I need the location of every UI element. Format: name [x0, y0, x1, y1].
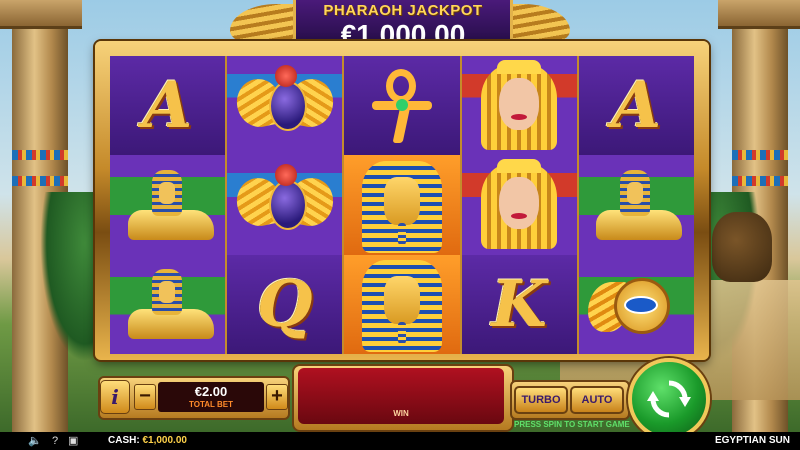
- help-icon[interactable]: ?: [52, 432, 58, 450]
- reel-cell: [578, 254, 694, 354]
- spin-hint: PRESS SPIN TO START GAME: [514, 420, 630, 429]
- turbo-button[interactable]: TURBO: [514, 386, 568, 414]
- pharaoh-symbol: [356, 256, 448, 353]
- reel-grid: A Q K A: [110, 56, 694, 354]
- pillar-band: [732, 150, 788, 160]
- reel-cell: [344, 254, 460, 354]
- reel-cell: [578, 155, 694, 255]
- cash-readout: CASH: €1,000.00: [108, 432, 187, 450]
- reel-4: K: [461, 56, 577, 354]
- reel-1: A: [110, 56, 226, 354]
- bet-label: TOTAL BET: [189, 400, 233, 409]
- queen-symbol: [473, 158, 565, 251]
- clay-pot: [712, 212, 772, 282]
- bet-value: €2.00: [194, 384, 228, 399]
- reel-cell: [461, 155, 577, 255]
- refresh-arrows-icon: [647, 380, 691, 418]
- reel-cell: A: [110, 56, 226, 156]
- total-bet-display: €2.00 TOTAL BET: [158, 382, 264, 412]
- reel-5: A: [578, 56, 694, 354]
- reel-cell: [110, 254, 226, 354]
- queen-symbol: [473, 59, 565, 152]
- pharaoh-symbol: [356, 157, 448, 253]
- letter-symbol: A: [611, 68, 662, 144]
- eye-of-ra-symbol: [588, 264, 684, 344]
- sphinx-symbol: [122, 169, 214, 240]
- reel-cell: [227, 56, 343, 156]
- win-label: WIN: [393, 409, 409, 418]
- sphinx-symbol: [122, 269, 214, 340]
- auto-button[interactable]: AUTO: [570, 386, 624, 414]
- pillar-band: [732, 176, 788, 186]
- reel-cell: [461, 56, 577, 156]
- pillar-band: [12, 176, 68, 186]
- scarab-symbol: [232, 163, 338, 240]
- decrease-bet-button[interactable]: −: [134, 384, 156, 410]
- reel-cell: A: [578, 56, 694, 156]
- reel-cell: [110, 155, 226, 255]
- reel-cell: [344, 155, 460, 255]
- reel-3: [344, 56, 460, 354]
- letter-symbol: Q: [256, 266, 313, 342]
- reel-cell: [227, 155, 343, 255]
- fullscreen-icon[interactable]: ▣: [68, 432, 78, 450]
- info-button[interactable]: i: [100, 380, 130, 414]
- spin-button[interactable]: [628, 358, 710, 440]
- pillar-band: [12, 150, 68, 160]
- cash-label: CASH:: [108, 435, 140, 446]
- status-bar: 🔈 ? ▣ CASH: €1,000.00 EGYPTIAN SUN: [0, 432, 800, 450]
- scarab-symbol: [232, 64, 338, 141]
- cash-value: €1,000.00: [142, 435, 187, 446]
- reel-cell: K: [461, 254, 577, 354]
- win-display: WIN: [298, 368, 504, 424]
- game-title: EGYPTIAN SUN: [714, 435, 790, 446]
- reel-cell: Q: [227, 254, 343, 354]
- letter-symbol: A: [142, 68, 193, 144]
- speaker-icon[interactable]: 🔈: [28, 432, 42, 450]
- jackpot-title: PHARAOH JACKPOT: [323, 2, 483, 19]
- reel-2: Q: [227, 56, 343, 354]
- increase-bet-button[interactable]: +: [266, 384, 288, 410]
- letter-symbol: K: [491, 266, 547, 342]
- ankh-symbol: [371, 68, 432, 143]
- reel-cell: [344, 56, 460, 156]
- sphinx-symbol: [590, 169, 683, 240]
